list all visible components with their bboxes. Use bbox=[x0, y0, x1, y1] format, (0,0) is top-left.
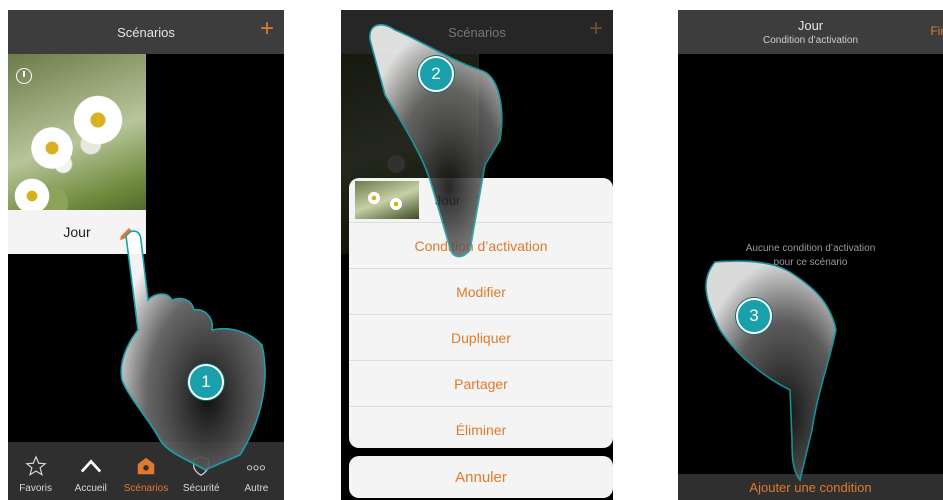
tab-label: Autre bbox=[244, 483, 269, 494]
option-delete[interactable]: Éliminer bbox=[349, 407, 613, 448]
step-badge: 2 bbox=[418, 56, 454, 92]
pencil-icon[interactable] bbox=[118, 226, 134, 242]
plus-icon: + bbox=[588, 15, 603, 42]
plus-icon[interactable]: + bbox=[260, 17, 274, 41]
shield-icon bbox=[193, 456, 210, 476]
scenario-icon bbox=[137, 457, 155, 475]
action-sheet: Jour Condition d’activation Modifier Dup… bbox=[349, 178, 613, 448]
tab-autre[interactable]: Autre bbox=[229, 442, 284, 500]
top-bar: Jour Condition d’activation Fin bbox=[678, 10, 943, 54]
daisy-image bbox=[28, 124, 76, 172]
add-condition-button[interactable]: Ajouter une condition bbox=[678, 474, 943, 500]
option-share[interactable]: Partager bbox=[349, 361, 613, 407]
top-bar: Scénarios + bbox=[8, 10, 284, 54]
tab-label: Sécurité bbox=[182, 483, 220, 494]
tab-label: Accueil bbox=[74, 483, 107, 494]
phone-screen-scenarios: Scénarios + Jour Favoris Accueil Scénari… bbox=[8, 10, 284, 500]
step-badge: 3 bbox=[736, 298, 772, 334]
option-duplicate[interactable]: Dupliquer bbox=[349, 315, 613, 361]
tab-securite[interactable]: Sécurité bbox=[174, 442, 229, 500]
clock-icon bbox=[16, 68, 32, 84]
empty-state-line: pour ce scénario bbox=[773, 257, 848, 268]
bottom-tab-bar: Favoris Accueil Scénarios Sécurité Autre bbox=[8, 442, 284, 500]
tab-label: Favoris bbox=[19, 483, 52, 494]
page-title: Scénarios bbox=[117, 24, 175, 40]
more-icon bbox=[247, 465, 266, 471]
tab-accueil[interactable]: Accueil bbox=[63, 442, 118, 500]
option-activation-condition[interactable]: Condition d’activation bbox=[349, 223, 613, 269]
finish-button[interactable]: Fin bbox=[930, 24, 943, 38]
page-subtitle: Condition d’activation bbox=[762, 35, 859, 46]
tab-label: Scénarios bbox=[123, 483, 169, 494]
daisy-image bbox=[70, 92, 126, 148]
tab-favoris[interactable]: Favoris bbox=[8, 442, 63, 500]
scenario-thumbnail bbox=[355, 181, 419, 219]
phone-screen-activation: Jour Condition d’activation Fin Aucune c… bbox=[678, 10, 943, 500]
star-icon bbox=[24, 455, 47, 476]
empty-state-line: Aucune condition d’activation bbox=[745, 243, 876, 254]
page-title: Scénarios bbox=[448, 24, 506, 40]
step-badge: 1 bbox=[188, 364, 224, 400]
scenario-label: Jour bbox=[63, 224, 91, 240]
sheet-header: Jour bbox=[349, 178, 613, 223]
top-bar: Scénarios + bbox=[341, 10, 613, 54]
sheet-title: Jour bbox=[435, 192, 461, 208]
home-icon bbox=[80, 459, 101, 473]
phone-screen-menu: Scénarios + Jour Condition d’activation … bbox=[341, 10, 613, 500]
cancel-button[interactable]: Annuler bbox=[349, 456, 613, 498]
empty-state: Aucune condition d’activation pour ce sc… bbox=[678, 242, 943, 270]
option-modify[interactable]: Modifier bbox=[349, 269, 613, 315]
page-title: Jour bbox=[797, 18, 824, 33]
scenario-tile[interactable]: Jour bbox=[8, 54, 146, 254]
tab-scenarios[interactable]: Scénarios bbox=[118, 442, 173, 500]
